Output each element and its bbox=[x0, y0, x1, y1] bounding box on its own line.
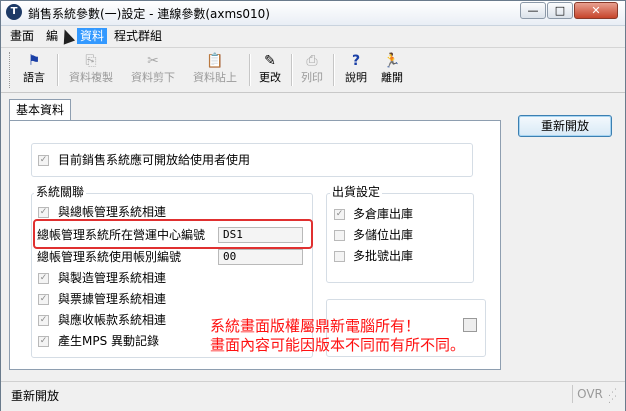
link-ar-label: 與應收帳款系統相連 bbox=[58, 313, 167, 327]
print-button[interactable]: ⎙ 列印 bbox=[297, 51, 327, 89]
link-manufacturing-label: 與製造管理系統相連 bbox=[58, 271, 167, 285]
maximize-button[interactable]: □ bbox=[547, 2, 573, 19]
help-icon: ? bbox=[351, 53, 361, 69]
copyright-notice-line1: 系統畫面版權屬鼎新電腦所有！ bbox=[210, 317, 421, 335]
title-bar[interactable]: T 銷售系統參數(一)設定 - 連線參數(axms010) — □ ✕ bbox=[1, 1, 625, 26]
status-message: 重新開放 bbox=[11, 389, 60, 403]
paste-data-label: 資料貼上 bbox=[193, 71, 237, 84]
help-label: 說明 bbox=[345, 71, 367, 84]
paste-data-button[interactable]: 📋 資料貼上 bbox=[187, 51, 243, 89]
toolbar-separator bbox=[57, 54, 59, 86]
enable-sales-system-checkbox[interactable] bbox=[38, 155, 49, 166]
multi-location-checkbox[interactable] bbox=[334, 230, 345, 241]
pencil-icon: ✎ bbox=[264, 53, 276, 69]
copy-data-label: 資料複製 bbox=[69, 71, 113, 84]
link-notes-checkbox[interactable] bbox=[38, 294, 49, 305]
toolbar: ⚑ 語言 ⎘ 資料複製 ✂ 資料剪下 📋 資料貼上 ✎ 更改 ⎙ 列印 ? 說明… bbox=[1, 47, 625, 93]
menu-data[interactable]: 資料 bbox=[77, 28, 108, 44]
link-manufacturing-checkbox[interactable] bbox=[38, 273, 49, 284]
edit-button[interactable]: ✎ 更改 bbox=[255, 51, 285, 89]
cut-data-button[interactable]: ✂ 資料剪下 bbox=[125, 51, 181, 89]
status-bar: 重新開放 OVR ⋰ ⋰ bbox=[1, 381, 625, 411]
menu-screen[interactable]: 畫面 bbox=[7, 28, 37, 44]
multi-lot-checkbox[interactable] bbox=[334, 251, 345, 262]
exit-icon: 🏃 bbox=[383, 53, 401, 69]
minimize-button[interactable]: — bbox=[520, 2, 546, 19]
language-button[interactable]: ⚑ 語言 bbox=[17, 51, 51, 89]
multi-warehouse-checkbox[interactable] bbox=[334, 209, 345, 220]
paste-icon: 📋 bbox=[206, 53, 224, 69]
cut-data-label: 資料剪下 bbox=[131, 71, 175, 84]
resize-grip-icon[interactable]: ⋰ ⋰ bbox=[608, 389, 620, 405]
lookup-button[interactable] bbox=[463, 318, 477, 332]
multi-location-label: 多儲位出庫 bbox=[353, 228, 414, 242]
toolbar-separator bbox=[249, 54, 251, 86]
highlight-box bbox=[33, 219, 313, 249]
scissors-icon: ✂ bbox=[147, 53, 159, 69]
system-relations-title: 系統關聯 bbox=[34, 185, 87, 199]
link-gl-label: 與總帳管理系統相連 bbox=[58, 205, 167, 219]
link-notes-label: 與票據管理系統相連 bbox=[58, 292, 167, 306]
copy-data-button[interactable]: ⎘ 資料複製 bbox=[63, 51, 119, 89]
flag-icon: ⚑ bbox=[27, 53, 41, 69]
copy-icon: ⎘ bbox=[85, 53, 97, 69]
app-window: T 銷售系統參數(一)設定 - 連線參數(axms010) — □ ✕ 畫面 編… bbox=[0, 0, 626, 411]
multi-lot-label: 多批號出庫 bbox=[353, 249, 414, 263]
printer-icon: ⎙ bbox=[306, 53, 318, 69]
multi-warehouse-label: 多倉庫出庫 bbox=[353, 207, 414, 221]
tab-basic-data[interactable]: 基本資料 bbox=[9, 99, 71, 121]
toolbar-grip[interactable] bbox=[9, 52, 12, 88]
shipping-settings-title: 出貨設定 bbox=[330, 185, 383, 199]
menu-bar: 畫面 編 資料 程式群組 bbox=[1, 26, 625, 46]
copyright-notice-line2: 畫面內容可能因版本不同而有所不同。 bbox=[210, 336, 466, 354]
toolbar-separator bbox=[291, 54, 293, 86]
print-label: 列印 bbox=[301, 71, 323, 84]
app-logo-icon[interactable]: T bbox=[6, 4, 22, 20]
enable-sales-system-label: 目前銷售系統應可開放給使用者使用 bbox=[58, 153, 251, 167]
help-button[interactable]: ? 說明 bbox=[341, 51, 371, 89]
exit-button[interactable]: 🏃 離開 bbox=[377, 51, 407, 89]
gl-book-code-label: 總帳管理系統使用帳別編號 bbox=[37, 250, 182, 264]
reopen-button[interactable]: 重新開放 bbox=[518, 115, 612, 137]
gl-book-code-field[interactable]: 00 bbox=[218, 249, 303, 265]
menu-program-group[interactable]: 程式群組 bbox=[111, 28, 165, 44]
toolbar-separator bbox=[333, 54, 335, 86]
mps-log-label: 產生MPS 異動記錄 bbox=[58, 334, 160, 348]
link-gl-checkbox[interactable] bbox=[38, 207, 49, 218]
link-ar-checkbox[interactable] bbox=[38, 315, 49, 326]
mps-log-checkbox[interactable] bbox=[38, 336, 49, 347]
edit-label: 更改 bbox=[259, 71, 281, 84]
exit-label: 離開 bbox=[381, 71, 403, 84]
window-title: 銷售系統參數(一)設定 - 連線參數(axms010) bbox=[28, 7, 270, 21]
close-button[interactable]: ✕ bbox=[574, 2, 618, 19]
overwrite-mode-indicator: OVR bbox=[572, 385, 607, 403]
language-label: 語言 bbox=[23, 71, 45, 84]
